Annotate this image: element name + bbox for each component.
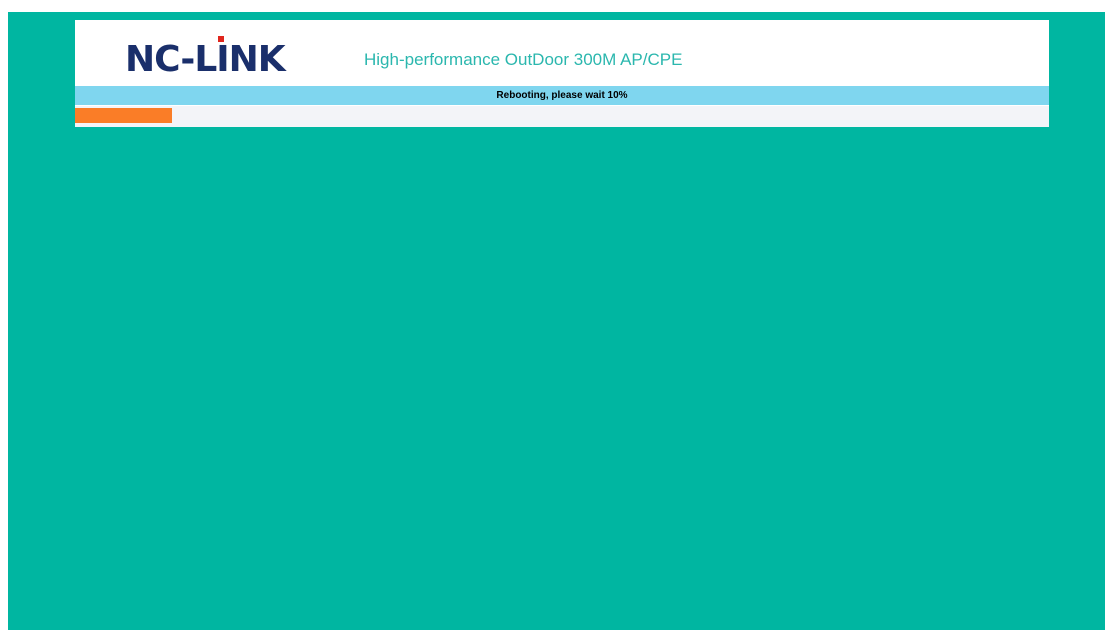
page-background: NC-L I NK High-performance OutDoor 300M AP… [8,12,1105,630]
progress-track [75,106,1049,127]
logo-red-dot [218,36,225,42]
logo-letter-i: I [216,36,230,80]
logo-text-part-2: I [216,39,229,80]
status-message: Rebooting, please wait 10% [75,86,1049,105]
header: NC-L I NK High-performance OutDoor 300M AP… [75,20,1049,86]
product-subtitle: High-performance OutDoor 300M AP/CPE [364,50,683,69]
logo-text-part-1: NC-L [125,39,217,80]
logo-text-part-3: NK [228,39,286,80]
nc-link-logo: NC-L I NK [125,36,286,80]
reboot-panel: NC-L I NK High-performance OutDoor 300M AP… [75,20,1049,127]
progress-fill [75,108,172,123]
